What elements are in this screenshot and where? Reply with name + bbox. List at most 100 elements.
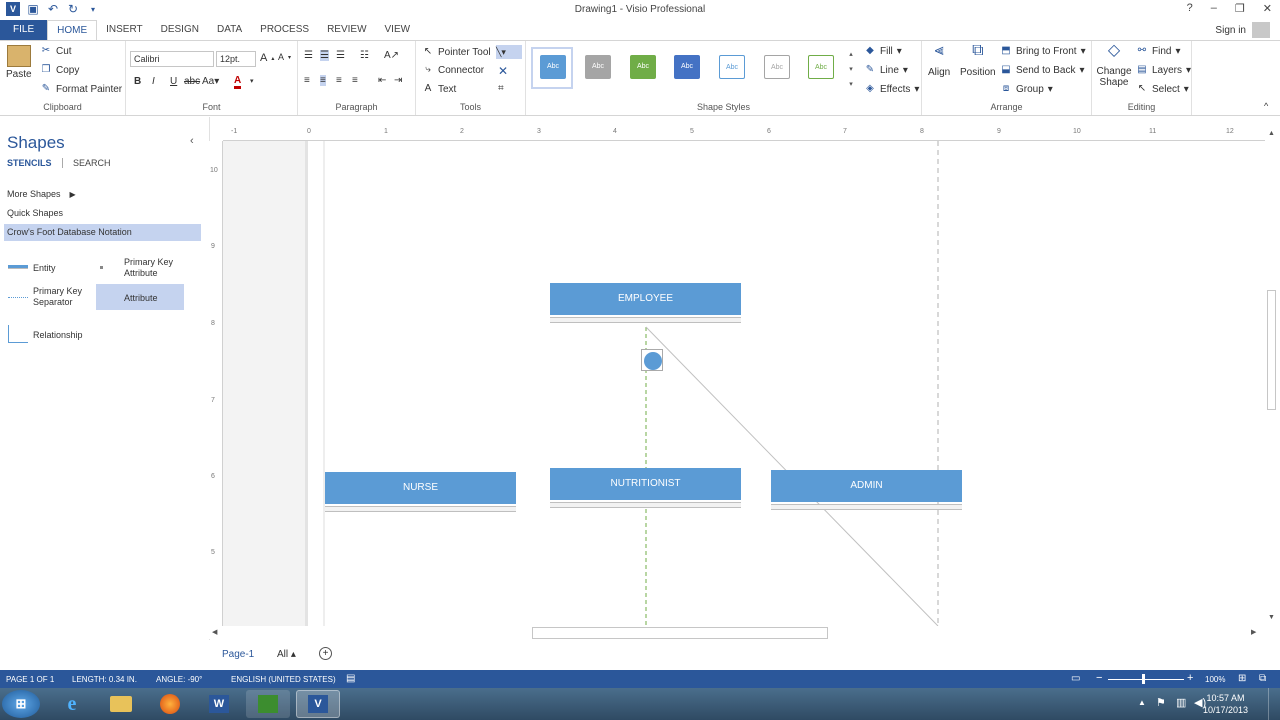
grow-font-button[interactable]: A ▴ <box>260 52 274 64</box>
scroll-up-icon[interactable]: ▲ <box>1268 130 1275 137</box>
taskbar-ie[interactable]: e <box>50 690 94 718</box>
status-page[interactable]: PAGE 1 OF 1 <box>6 675 54 684</box>
restore-button[interactable]: ❐ <box>1235 2 1245 15</box>
paste-button[interactable]: Paste <box>6 45 32 80</box>
scroll-right-icon[interactable]: ▶ <box>1251 628 1256 636</box>
entity-admin[interactable]: ADMIN <box>771 470 962 512</box>
connector-button[interactable]: ⤷ Connector <box>422 64 484 76</box>
add-page-button[interactable]: + <box>319 647 332 660</box>
sign-in-link[interactable]: Sign in <box>1215 25 1246 36</box>
crop-icon[interactable]: ⌗ <box>498 83 504 94</box>
stencil-attribute[interactable]: Attribute <box>124 293 158 303</box>
send-to-back-button[interactable]: ⬓ Send to Back ▾ <box>1000 64 1084 76</box>
zoom-level[interactable]: 100% <box>1205 675 1225 684</box>
change-case-button[interactable]: Aa▾ <box>202 76 219 87</box>
underline-button[interactable]: U <box>170 76 177 87</box>
connector-endpoint-handle[interactable] <box>641 349 663 371</box>
avatar[interactable] <box>1252 22 1270 38</box>
entity-employee[interactable]: EMPLOYEE <box>550 283 741 325</box>
zoom-out-button[interactable]: − <box>1096 672 1102 684</box>
line-tool-button[interactable]: ╲▾ <box>496 45 522 59</box>
show-desktop-button[interactable] <box>1268 688 1280 720</box>
align-top-button[interactable]: ☰ <box>304 50 313 61</box>
start-button[interactable]: ⊞ <box>2 690 40 718</box>
stencil-crows-foot[interactable]: Crow's Foot Database Notation <box>7 227 132 237</box>
effects-button[interactable]: ◈ Effects ▾ <box>864 83 919 95</box>
find-button[interactable]: ⚯ Find ▾ <box>1136 45 1181 57</box>
minimize-button[interactable]: – <box>1211 2 1217 15</box>
connection-point-icon[interactable]: ✕ <box>498 64 508 78</box>
align-center-button[interactable]: ≡ <box>320 75 326 86</box>
align-left-button[interactable]: ≡ <box>304 75 310 86</box>
tab-insert[interactable]: INSERT <box>97 20 152 40</box>
stencil-entity[interactable]: Entity <box>33 263 56 273</box>
style-swatch-5[interactable]: Abc <box>719 55 745 79</box>
tab-process[interactable]: PROCESS <box>251 20 318 40</box>
entity-nurse[interactable]: NURSE <box>325 472 516 514</box>
align-middle-button[interactable]: ☰ <box>320 50 329 61</box>
shrink-font-button[interactable]: A ▾ <box>278 52 291 62</box>
line-button[interactable]: ✎ Line ▾ <box>864 64 908 76</box>
group-button[interactable]: ⧈ Group ▾ <box>1000 83 1053 95</box>
taskbar-explorer[interactable] <box>99 690 143 718</box>
style-swatch-7[interactable]: Abc <box>808 55 834 79</box>
style-swatch-4[interactable]: Abc <box>674 55 700 79</box>
network-icon[interactable]: ▥ <box>1176 696 1186 709</box>
scroll-down-icon[interactable]: ▼ <box>1268 614 1275 621</box>
select-button[interactable]: ↖ Select ▾ <box>1136 83 1189 95</box>
pointer-tool-button[interactable]: ↖ Pointer Tool <box>422 46 491 58</box>
zoom-slider-thumb[interactable] <box>1142 674 1145 684</box>
taskbar-clock[interactable]: 10:57 AM 10/17/2013 <box>1203 692 1248 716</box>
layers-button[interactable]: ▤ Layers ▾ <box>1136 64 1191 76</box>
taskbar-camtasia[interactable] <box>246 690 290 718</box>
text-tool-button[interactable]: A Text <box>422 83 457 95</box>
stencil-primary-key-attribute[interactable]: Primary Key Attribute <box>124 257 184 279</box>
horizontal-scroll-thumb[interactable] <box>532 627 828 639</box>
taskbar-visio[interactable]: V <box>296 690 340 718</box>
strikethrough-button[interactable]: abc <box>184 76 200 87</box>
collapse-ribbon-icon[interactable]: ^ <box>1264 101 1268 111</box>
text-direction-button[interactable]: A↗ <box>384 50 399 61</box>
tab-design[interactable]: DESIGN <box>152 20 208 40</box>
align-bottom-button[interactable]: ☰ <box>336 50 345 61</box>
decrease-indent-button[interactable]: ⇤ <box>378 75 386 86</box>
fill-button[interactable]: ◆ Fill ▾ <box>864 45 902 57</box>
quick-shapes-link[interactable]: Quick Shapes <box>7 208 63 218</box>
vertical-scroll-thumb[interactable] <box>1267 290 1276 410</box>
align-button[interactable]: ⫷ Align <box>928 43 950 79</box>
tab-view[interactable]: VIEW <box>376 20 420 40</box>
increase-indent-button[interactable]: ⇥ <box>394 75 402 86</box>
taskbar-word[interactable]: W <box>197 690 241 718</box>
scroll-left-icon[interactable]: ◀ <box>212 628 217 636</box>
close-button[interactable]: ✕ <box>1263 2 1272 15</box>
presentation-mode-icon[interactable]: ▭ <box>1071 673 1080 684</box>
zoom-slider[interactable] <box>1108 679 1184 680</box>
tab-search[interactable]: SEARCH <box>73 158 111 168</box>
italic-button[interactable]: I <box>152 76 155 87</box>
switch-windows-icon[interactable]: ⧉ <box>1259 673 1266 684</box>
zoom-in-button[interactable]: + <box>1187 672 1193 684</box>
collapse-pane-icon[interactable]: ‹ <box>190 135 194 147</box>
drawing-canvas[interactable]: EMPLOYEE NURSE NUTRITIONIST ADMIN <box>223 141 1265 626</box>
bold-button[interactable]: B <box>134 76 141 87</box>
style-swatch-6[interactable]: Abc <box>764 55 790 79</box>
bring-to-front-button[interactable]: ⬒ Bring to Front ▾ <box>1000 45 1085 57</box>
macro-record-icon[interactable]: ▤ <box>346 673 355 684</box>
tab-review[interactable]: REVIEW <box>318 20 375 40</box>
cut-button[interactable]: ✂ Cut <box>40 45 72 57</box>
tab-data[interactable]: DATA <box>208 20 251 40</box>
tab-home[interactable]: HOME <box>47 20 98 41</box>
tab-stencils[interactable]: STENCILS <box>7 158 52 168</box>
font-color-button[interactable]: A <box>234 75 242 89</box>
fit-page-icon[interactable]: ⊞ <box>1238 673 1246 684</box>
bullets-button[interactable]: ☷ <box>360 50 369 61</box>
entity-nutritionist[interactable]: NUTRITIONIST <box>550 468 741 510</box>
taskbar-firefox[interactable] <box>148 690 192 718</box>
status-language[interactable]: ENGLISH (UNITED STATES) <box>231 675 336 684</box>
align-right-button[interactable]: ≡ <box>336 75 342 86</box>
change-shape-button[interactable]: ◇ Change Shape <box>1096 43 1132 89</box>
more-shapes-link[interactable]: More Shapes ▶ <box>7 189 76 199</box>
show-hidden-icons[interactable]: ▲ <box>1138 698 1146 707</box>
position-button[interactable]: ⧉ Position <box>960 43 996 79</box>
all-pages-button[interactable]: All ▴ <box>277 649 296 660</box>
